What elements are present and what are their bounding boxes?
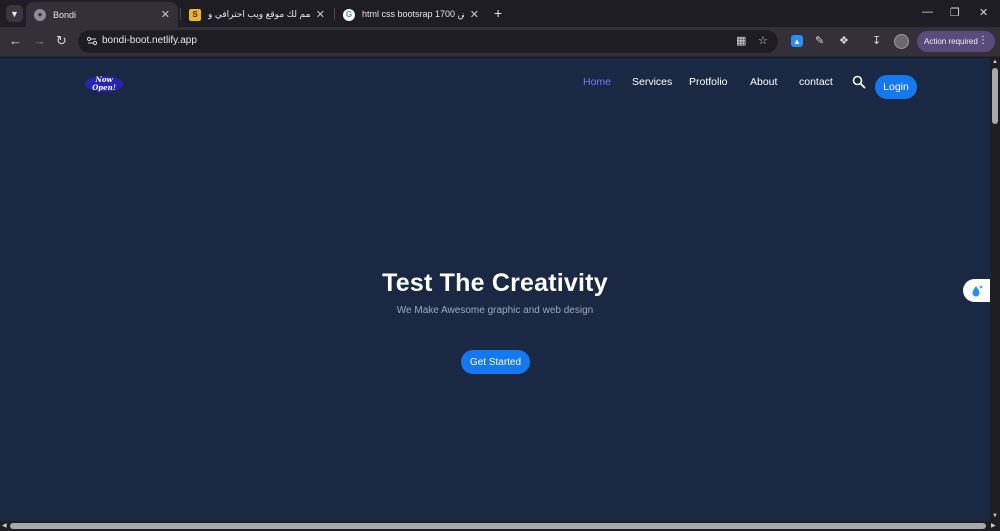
tab-search-menu-button[interactable]: ▼ xyxy=(6,5,23,22)
eyedropper-icon[interactable]: ✎ xyxy=(815,34,824,47)
floating-water-drop-widget[interactable] xyxy=(963,279,990,302)
restore-icon[interactable]: ❐ xyxy=(950,6,960,19)
site-info-icon[interactable] xyxy=(86,35,98,47)
hero-subtitle: We Make Awesome graphic and web design xyxy=(396,305,594,316)
tab-title: Bondi xyxy=(53,9,77,20)
address-bar[interactable]: bondi-boot.netlify.app ▦ ☆ xyxy=(78,30,778,53)
google-icon: G xyxy=(343,8,355,21)
water-drop-icon xyxy=(972,284,983,296)
now-open-logo[interactable]: Now Open! xyxy=(83,73,125,95)
close-icon[interactable]: ✕ xyxy=(161,8,170,21)
scroll-right-arrow-icon[interactable]: ▶ xyxy=(991,522,996,529)
horizontal-scrollbar[interactable]: ◀ ▶ xyxy=(0,521,1000,531)
extensions-puzzle-icon[interactable]: ❖ xyxy=(839,34,849,47)
page-viewport: Now Open! Home Services Protfolio About … xyxy=(0,58,990,521)
nav-contact[interactable]: contact xyxy=(799,76,833,88)
tab-fiverr-gig[interactable]: S سأصمم لك موقع ويب احترافي و... ✕ xyxy=(181,2,333,27)
nav-about[interactable]: About xyxy=(750,76,777,88)
svg-text:Open!: Open! xyxy=(92,83,116,92)
url-text: bondi-boot.netlify.app xyxy=(102,35,197,46)
hero-title: Test The Creativity xyxy=(382,269,608,297)
minimize-icon[interactable]: — xyxy=(922,6,933,18)
tab-strip: ▼ ● Bondi ✕ S سأصمم لك موقع ويب احترافي … xyxy=(0,0,1000,27)
close-window-icon[interactable]: ✕ xyxy=(979,6,988,19)
close-icon[interactable]: ✕ xyxy=(316,8,325,21)
action-required-button[interactable]: Action required ⋮ xyxy=(917,31,995,52)
search-icon[interactable] xyxy=(852,75,866,89)
scroll-up-arrow-icon[interactable]: ▲ xyxy=(992,59,998,65)
login-button[interactable]: Login xyxy=(875,75,917,99)
action-required-label: Action required xyxy=(924,37,978,46)
vertical-scroll-thumb[interactable] xyxy=(992,68,998,124)
new-tab-button[interactable]: + xyxy=(494,5,502,21)
nav-home[interactable]: Home xyxy=(583,76,611,88)
tab-google-search[interactable]: G html css bootsrap 1700 عرض ... ✕ xyxy=(335,2,487,27)
s-letter-icon: S xyxy=(189,8,201,21)
vertical-scrollbar[interactable]: ▲ ▼ xyxy=(990,58,1000,521)
horizontal-scroll-thumb[interactable] xyxy=(10,523,986,529)
nav-portfolio[interactable]: Protfolio xyxy=(689,76,728,88)
more-menu-icon: ⋮ xyxy=(978,35,988,46)
browser-toolbar: ← → ↻ bondi-boot.netlify.app ▦ ☆ ▲ ✎ ❖ ↧… xyxy=(0,27,1000,57)
scroll-left-arrow-icon[interactable]: ◀ xyxy=(2,522,7,529)
extension-icon[interactable]: ▲ xyxy=(791,35,803,47)
get-started-button[interactable]: Get Started xyxy=(461,350,530,374)
download-icon[interactable]: ↧ xyxy=(872,34,881,47)
tab-title: html css bootsrap 1700 عرض ... xyxy=(362,9,464,19)
translate-icon[interactable]: ▦ xyxy=(736,34,746,47)
back-icon[interactable]: ← xyxy=(9,33,22,49)
scroll-down-arrow-icon[interactable]: ▼ xyxy=(992,513,998,519)
bookmark-star-icon[interactable]: ☆ xyxy=(758,34,768,47)
globe-icon: ● xyxy=(34,8,46,21)
tab-title: سأصمم لك موقع ويب احترافي و... xyxy=(208,9,310,19)
reload-icon[interactable]: ↻ xyxy=(56,33,67,49)
nav-services[interactable]: Services xyxy=(632,76,672,88)
profile-avatar[interactable] xyxy=(894,34,909,49)
forward-icon[interactable]: → xyxy=(33,33,46,49)
tab-bondi[interactable]: ● Bondi ✕ xyxy=(26,2,178,27)
close-icon[interactable]: ✕ xyxy=(470,8,479,21)
